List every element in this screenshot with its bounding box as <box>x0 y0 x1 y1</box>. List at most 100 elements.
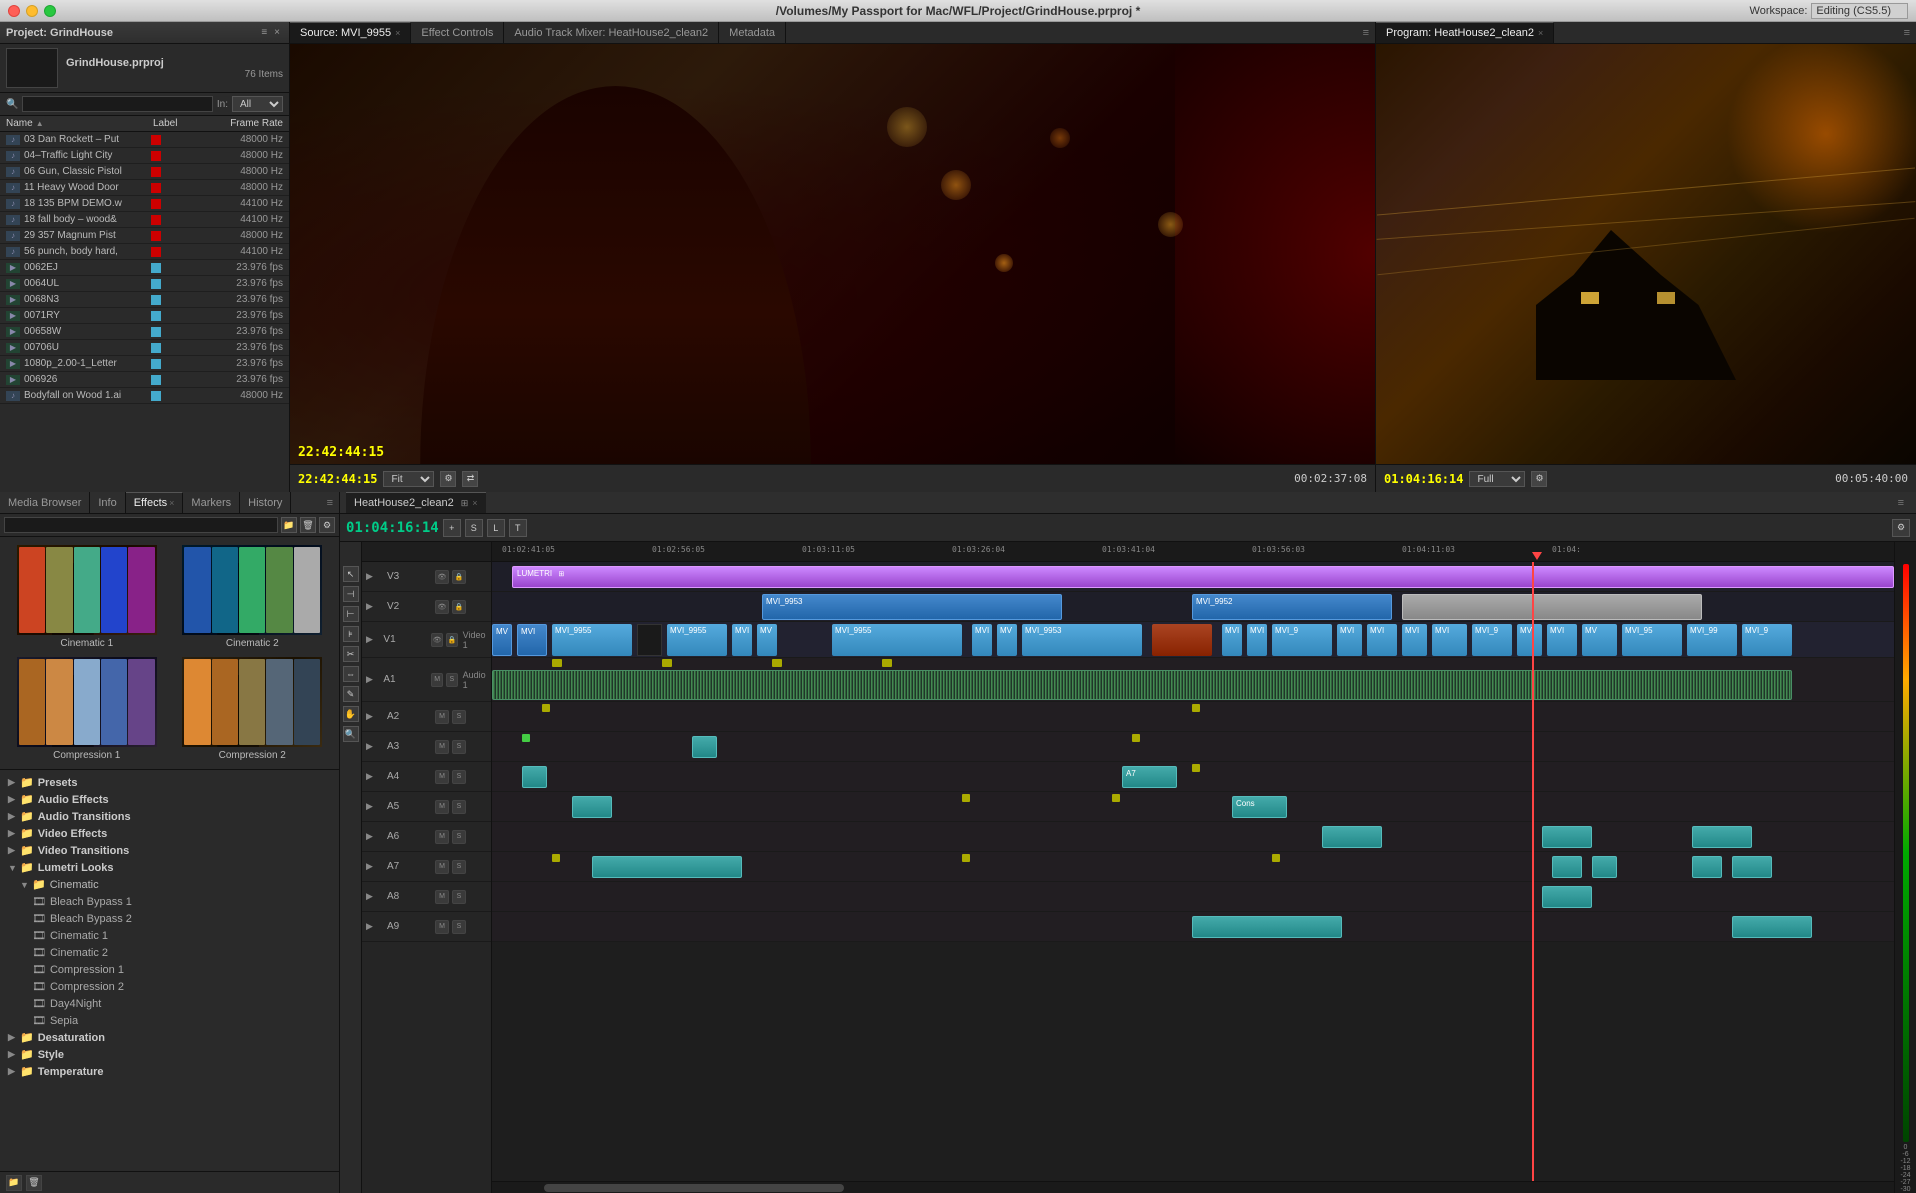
track-a3-s[interactable]: S <box>452 740 466 754</box>
tl-add-track-btn[interactable]: T <box>509 519 527 537</box>
list-item[interactable]: ▶0071RY23.976 fps <box>0 308 289 324</box>
list-item[interactable]: ♪03 Dan Rockett – Put48000 Hz <box>0 132 289 148</box>
track-v1-expand[interactable]: ▶ <box>366 634 380 645</box>
clip-mvi-v1-7[interactable]: MVI <box>1337 624 1362 656</box>
project-close-button[interactable]: × <box>271 26 283 39</box>
tl-settings-btn[interactable]: ⚙ <box>1892 519 1910 537</box>
list-item[interactable]: ♪56 punch, body hard,44100 Hz <box>0 244 289 260</box>
tree-desaturation[interactable]: ▶ 📁 Desaturation <box>0 1029 339 1046</box>
hand-tool[interactable]: ✋ <box>343 706 359 722</box>
clip-thumbnail-v1[interactable] <box>1152 624 1212 656</box>
effects-new-bin-btn[interactable]: 📁 <box>6 1175 22 1191</box>
track-a6-m[interactable]: M <box>435 830 449 844</box>
clip-mvi-93-v1[interactable]: MVI_9 <box>1742 624 1792 656</box>
track-a2-m[interactable]: M <box>435 710 449 724</box>
clip-mvi-9953-v1[interactable]: MVI_9953 <box>1022 624 1142 656</box>
tab-effects[interactable]: Effects × <box>126 492 184 513</box>
tree-cinematic[interactable]: ▼ 📁 Cinematic <box>0 876 339 893</box>
tree-sepia[interactable]: 🎞 Sepia <box>0 1012 339 1029</box>
track-v3-lock[interactable]: 🔒 <box>452 570 466 584</box>
workspace-dropdown[interactable]: Editing (CS5.5) <box>1811 3 1908 19</box>
clip-mvi-95-v1[interactable]: MVI_95 <box>1622 624 1682 656</box>
tab-metadata[interactable]: Metadata <box>719 22 786 43</box>
tl-add-marker-btn[interactable]: + <box>443 519 461 537</box>
clip-a4-1[interactable] <box>522 766 547 788</box>
thumbnail-compression2[interactable]: Compression 2 <box>174 657 332 761</box>
timeline-menu-btn[interactable]: ≡ <box>1892 497 1910 509</box>
tree-bleach-bypass-1[interactable]: 🎞 Bleach Bypass 1 <box>0 893 339 910</box>
clip-mvi-9-v1-2[interactable]: MVI <box>1402 624 1427 656</box>
clip-a5-1[interactable] <box>572 796 612 818</box>
clip-mvi-v1-5[interactable]: MVI <box>1222 624 1242 656</box>
tab-program-close[interactable]: × <box>1538 28 1543 38</box>
tree-presets[interactable]: ▶ 📁 Presets <box>0 774 339 791</box>
clip-a7-1[interactable] <box>592 856 742 878</box>
tree-cinematic-1[interactable]: 🎞 Cinematic 1 <box>0 927 339 944</box>
effects-panel-menu[interactable]: ≡ <box>321 492 339 513</box>
slip-tool[interactable]: ⇔ <box>343 666 359 682</box>
clip-a6-1[interactable] <box>1322 826 1382 848</box>
tree-day4night[interactable]: 🎞 Day4Night <box>0 995 339 1012</box>
source-settings-btn[interactable]: ⚙ <box>440 471 456 487</box>
clip-mv-v1-1[interactable]: MV <box>492 624 512 656</box>
clip-mv-v1-5[interactable]: MV <box>997 624 1017 656</box>
tab-markers[interactable]: Markers <box>183 492 240 513</box>
audio-waveform-a1[interactable] <box>492 670 1792 700</box>
clip-a6-2[interactable] <box>1542 826 1592 848</box>
clip-mvi-99-v1[interactable]: MVI <box>1432 624 1467 656</box>
clip-a7-2[interactable] <box>1552 856 1582 878</box>
track-a7-m[interactable]: M <box>435 860 449 874</box>
source-panel-menu[interactable]: ≡ <box>1357 22 1375 43</box>
tree-audio-transitions[interactable]: ▶ 📁 Audio Transitions <box>0 808 339 825</box>
track-v2-lock[interactable]: 🔒 <box>452 600 466 614</box>
scrollbar-thumb-h[interactable] <box>544 1184 844 1192</box>
tab-media-browser[interactable]: Media Browser <box>0 492 90 513</box>
close-button[interactable] <box>8 5 20 17</box>
tree-lumetri-looks[interactable]: ▼ 📁 Lumetri Looks <box>0 859 339 876</box>
track-v2-expand[interactable]: ▶ <box>366 601 384 612</box>
track-a3-m[interactable]: M <box>435 740 449 754</box>
track-a7-s[interactable]: S <box>452 860 466 874</box>
tab-audio-track-mixer[interactable]: Audio Track Mixer: HeatHouse2_clean2 <box>504 22 719 43</box>
tree-bleach-bypass-2[interactable]: 🎞 Bleach Bypass 2 <box>0 910 339 927</box>
track-a6-s[interactable]: S <box>452 830 466 844</box>
timeline-tab[interactable]: HeatHouse2_clean2 ⊞ × <box>346 492 486 513</box>
list-item[interactable]: ♪Bodyfall on Wood 1.ai48000 Hz <box>0 388 289 404</box>
tree-video-effects[interactable]: ▶ 📁 Video Effects <box>0 825 339 842</box>
new-custom-bin-btn[interactable]: 📁 <box>281 517 297 533</box>
source-transport-btn[interactable]: ⇄ <box>462 471 478 487</box>
list-item[interactable]: ♪29 357 Magnum Pist48000 Hz <box>0 228 289 244</box>
clip-a3-2[interactable] <box>692 736 717 758</box>
list-item[interactable]: ♪18 135 BPM DEMO.w44100 Hz <box>0 196 289 212</box>
track-a8-m[interactable]: M <box>435 890 449 904</box>
tl-linked-select-btn[interactable]: L <box>487 519 505 537</box>
tab-program[interactable]: Program: HeatHouse2_clean2 × <box>1376 22 1554 43</box>
clip-mv-v1-4[interactable]: MV <box>757 624 777 656</box>
zoom-tool[interactable]: 🔍 <box>343 726 359 742</box>
clip-mvi-91-v1[interactable]: MVI_9 <box>1272 624 1332 656</box>
clip-a9-2[interactable] <box>1732 916 1812 938</box>
track-a4-s[interactable]: S <box>452 770 466 784</box>
tree-style[interactable]: ▶ 📁 Style <box>0 1046 339 1063</box>
clip-a5-cons[interactable]: Cons <box>1232 796 1287 818</box>
track-a8-s[interactable]: S <box>452 890 466 904</box>
program-panel-menu[interactable]: ≡ <box>1898 22 1916 43</box>
list-item[interactable]: ♪18 fall body – wood&44100 Hz <box>0 212 289 228</box>
tl-snap-btn[interactable]: S <box>465 519 483 537</box>
project-menu-button[interactable]: ≡ <box>261 27 267 38</box>
list-item[interactable]: ▶0064UL23.976 fps <box>0 276 289 292</box>
clip-mvi-9-v1-3[interactable]: MVI <box>1547 624 1577 656</box>
clip-a6-3[interactable] <box>1692 826 1752 848</box>
list-item[interactable]: ▶1080p_2.00-1_Letter23.976 fps <box>0 356 289 372</box>
clip-mvi-9952-v2[interactable]: MVI_9952 <box>1192 594 1392 620</box>
tree-compression-2[interactable]: 🎞 Compression 2 <box>0 978 339 995</box>
maximize-button[interactable] <box>44 5 56 17</box>
search-input[interactable] <box>22 96 212 112</box>
rolling-tool[interactable]: ⊢ <box>343 606 359 622</box>
track-v1-lock[interactable]: 🔒 <box>446 633 458 647</box>
list-item[interactable]: ▶0068N323.976 fps <box>0 292 289 308</box>
track-v3-eye[interactable]: 👁 <box>435 570 449 584</box>
effects-menu-btn[interactable]: ⚙ <box>319 517 335 533</box>
track-a5-m[interactable]: M <box>435 800 449 814</box>
list-item[interactable]: ♪11 Heavy Wood Door48000 Hz <box>0 180 289 196</box>
